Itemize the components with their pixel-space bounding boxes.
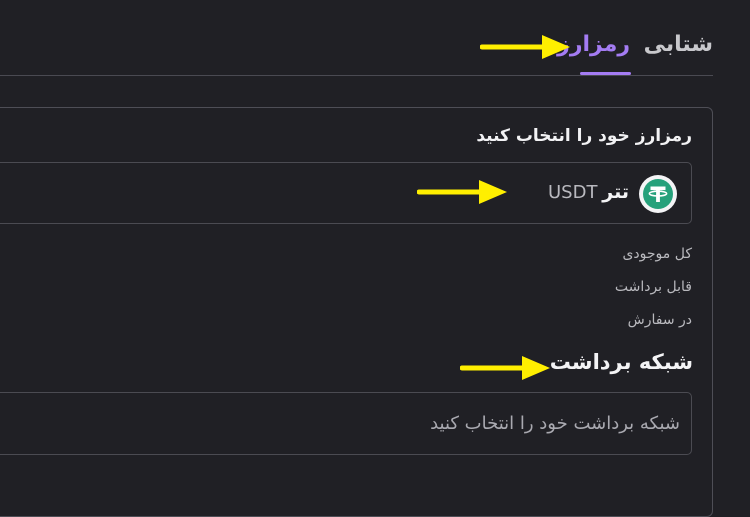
coin-symbol: USDT bbox=[548, 182, 598, 203]
network-label: شبکه برداشت bbox=[549, 350, 693, 374]
arrow-to-network-icon bbox=[460, 356, 550, 380]
coin-select-label: رمزارز خود را انتخاب کنید bbox=[476, 126, 692, 146]
in-orders-label: در سفارش bbox=[627, 312, 692, 328]
arrow-to-coin-icon bbox=[417, 180, 507, 204]
network-placeholder: شبکه برداشت خود را انتخاب کنید bbox=[430, 413, 680, 434]
withdrawable-label: قابل برداشت bbox=[614, 279, 692, 295]
coin-name: تتر bbox=[602, 181, 629, 203]
tabs-divider bbox=[0, 75, 713, 76]
tether-icon bbox=[639, 175, 677, 213]
arrow-to-crypto-tab-icon bbox=[480, 35, 570, 59]
total-balance-label: کل موجودی bbox=[622, 246, 692, 262]
tab-instant[interactable]: شتابی bbox=[644, 30, 713, 60]
